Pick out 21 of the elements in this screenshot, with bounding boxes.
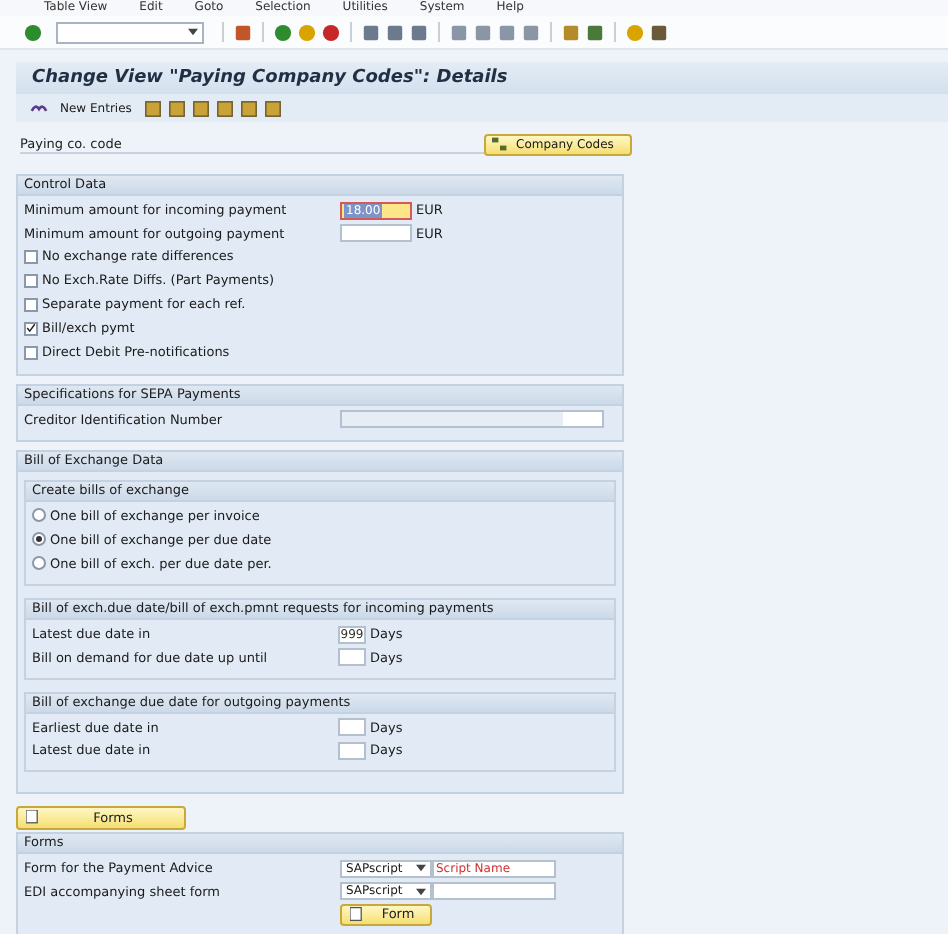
screen-title: Change View "Paying Company Codes": Details	[16, 62, 948, 94]
days-field[interactable]	[338, 718, 366, 736]
checkbox[interactable]	[24, 321, 38, 336]
radio-button[interactable]	[32, 532, 46, 547]
dropdown-icon[interactable]	[416, 864, 426, 872]
document-icon	[26, 810, 42, 826]
command-field[interactable]	[56, 21, 204, 43]
amount-field[interactable]	[340, 224, 412, 242]
days-field[interactable]	[338, 648, 366, 666]
document-icon	[350, 906, 366, 922]
days-field[interactable]	[338, 741, 366, 759]
hierarchy-icon	[492, 136, 508, 152]
dropdown-icon[interactable]	[188, 28, 198, 36]
radio-button[interactable]	[32, 508, 46, 523]
checkbox[interactable]	[24, 297, 38, 312]
dropdown-icon[interactable]	[416, 887, 426, 895]
form-name-field[interactable]	[432, 882, 556, 900]
radio-button[interactable]	[32, 556, 46, 571]
checkbox[interactable]	[24, 273, 38, 288]
checkbox[interactable]	[24, 345, 38, 360]
checkbox[interactable]	[24, 249, 38, 264]
